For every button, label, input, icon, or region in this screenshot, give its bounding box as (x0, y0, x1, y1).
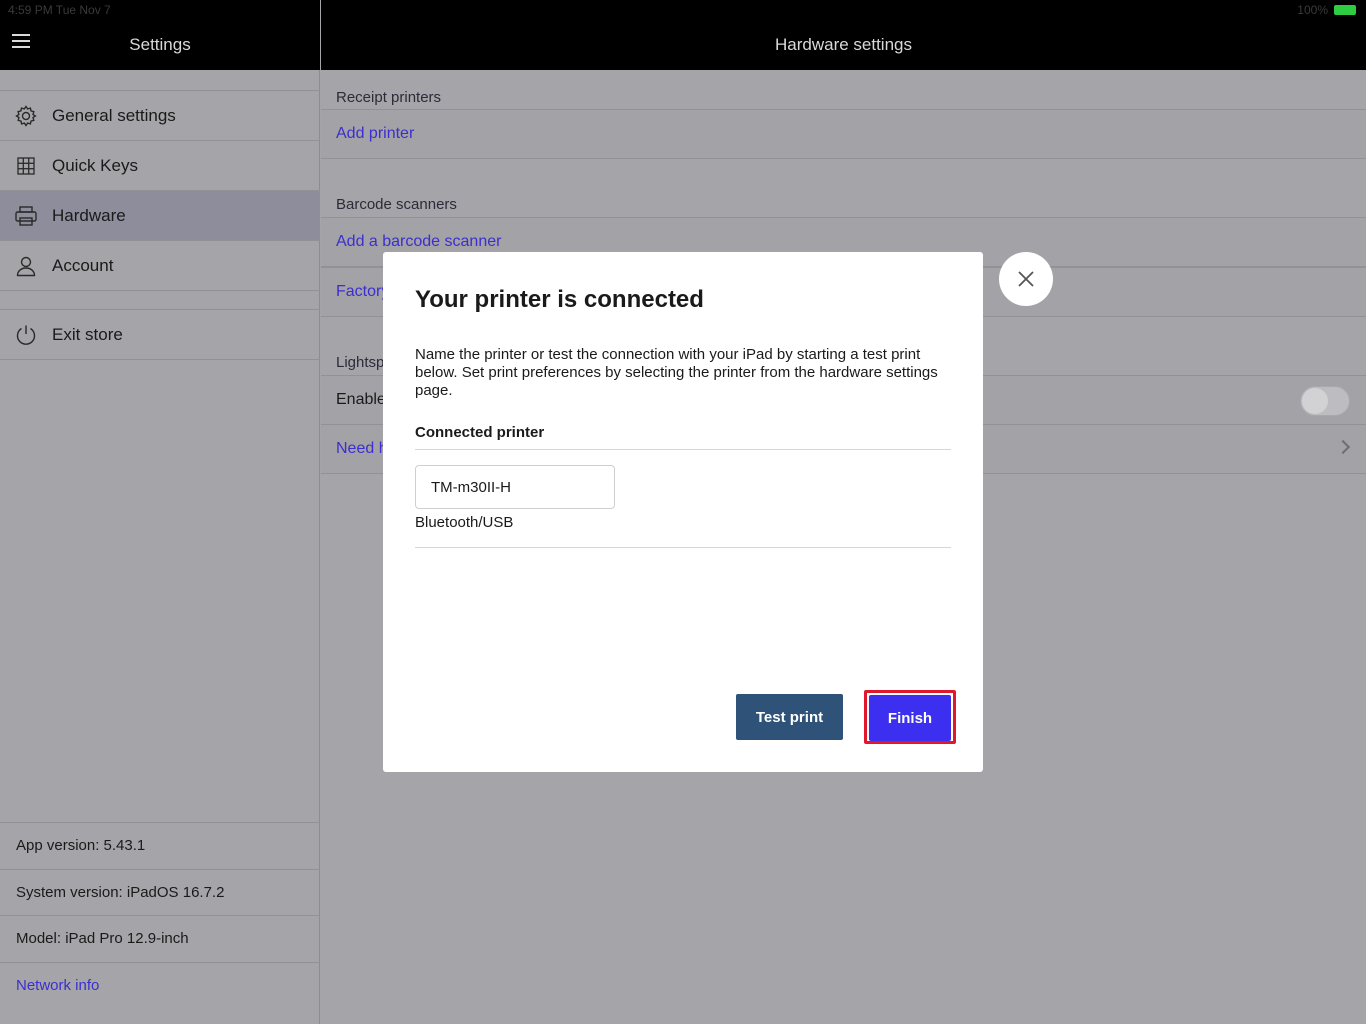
test-print-button[interactable]: Test print (736, 694, 843, 740)
status-right: 100% (1297, 3, 1356, 17)
sidebar-item-general-settings[interactable]: General settings (0, 91, 320, 141)
printer-name-input[interactable] (415, 465, 615, 509)
sidebar-title: Settings (129, 35, 191, 54)
enable-row-label: Enable (336, 391, 386, 408)
connected-printer-label: Connected printer (415, 424, 545, 441)
gear-icon (0, 104, 52, 128)
close-dialog-button[interactable] (999, 252, 1053, 306)
enable-toggle[interactable] (1300, 386, 1350, 416)
sidebar-item-quick-keys[interactable]: Quick Keys (0, 141, 320, 191)
device-model: Model: iPad Pro 12.9-inch (0, 916, 320, 963)
finish-highlight: Finish (864, 690, 956, 744)
exit-store-label: Exit store (52, 324, 123, 344)
dialog-description: Name the printer or test the connection … (415, 346, 938, 399)
section-barcode-scanners: Barcode scanners (336, 196, 457, 213)
sidebar-item-label: Hardware (52, 205, 126, 225)
section-lightspeed: Lightsp (336, 354, 385, 371)
app-version: App version: 5.43.1 (0, 823, 320, 870)
sidebar-item-label: General settings (52, 105, 176, 125)
dialog-title: Your printer is connected (415, 286, 704, 313)
connection-type: Bluetooth/USB (415, 514, 514, 531)
power-icon (0, 324, 52, 346)
sidebar: General settings Quick Keys Hardware Acc… (0, 70, 320, 1024)
sidebar-item-label: Quick Keys (52, 155, 138, 175)
person-icon (0, 255, 52, 277)
sidebar-item-hardware[interactable]: Hardware (0, 191, 320, 241)
printer-icon (0, 205, 52, 227)
sidebar-menu: General settings Quick Keys Hardware Acc… (0, 90, 320, 291)
chevron-right-icon (1335, 439, 1351, 455)
grid-icon (0, 156, 52, 176)
app-info-list: App version: 5.43.1 System version: iPad… (0, 822, 320, 1009)
network-info-link[interactable]: Network info (0, 963, 320, 1010)
printer-connected-dialog: Your printer is connected Name the print… (383, 252, 983, 772)
battery-icon (1334, 5, 1356, 15)
sidebar-item-account[interactable]: Account (0, 241, 320, 291)
divider (415, 547, 951, 548)
divider (415, 449, 951, 450)
need-help-label: Need h (336, 440, 388, 457)
status-time: 4:59 PM Tue Nov 7 (8, 3, 111, 17)
status-bar: 4:59 PM Tue Nov 7 100% (0, 0, 1366, 20)
system-version: System version: iPadOS 16.7.2 (0, 870, 320, 916)
battery-text: 100% (1297, 3, 1328, 17)
add-printer-link[interactable]: Add printer (321, 109, 1366, 159)
close-icon (1018, 271, 1034, 287)
section-receipt-printers: Receipt printers (336, 89, 442, 106)
page-title: Hardware settings (774, 35, 912, 54)
sidebar-item-label: Account (52, 255, 114, 275)
sidebar-exit-group: Exit store (0, 309, 320, 360)
exit-store-button[interactable]: Exit store (0, 310, 320, 360)
finish-button[interactable]: Finish (869, 695, 951, 741)
